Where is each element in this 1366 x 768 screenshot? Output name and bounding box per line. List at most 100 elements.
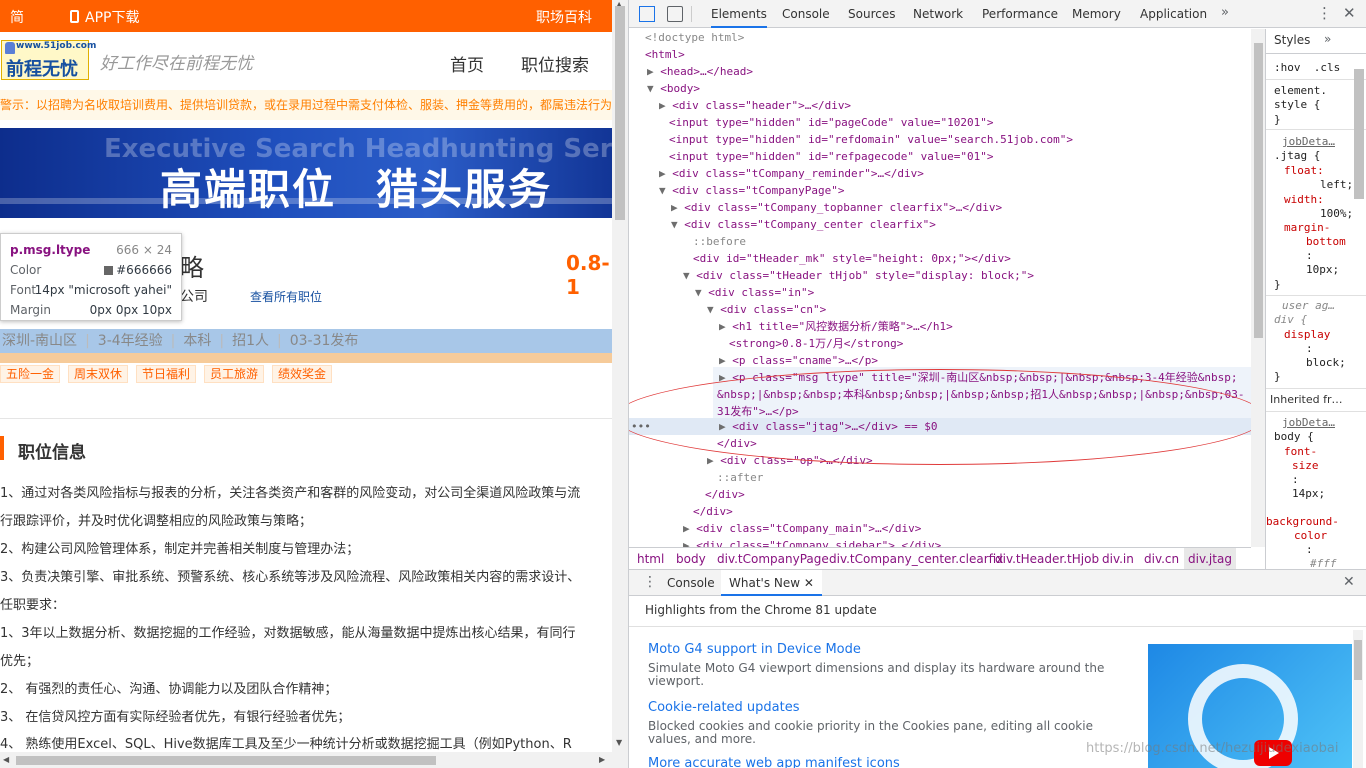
expand-triangle-icon[interactable]: ▶ (719, 354, 732, 367)
breadcrumb-item[interactable]: div.in (1102, 548, 1134, 569)
view-all-jobs-link[interactable]: 查看所有职位 (250, 288, 322, 305)
dom-line[interactable]: ::before (693, 235, 746, 248)
nav-home[interactable]: 首页 (450, 51, 484, 76)
close-tab-icon[interactable]: ✕ (804, 576, 814, 590)
dom-line[interactable]: <body> (660, 82, 700, 95)
style-source-link[interactable]: jobDeta… (1282, 416, 1335, 430)
tab-network[interactable]: Network (913, 0, 963, 28)
more-panes-icon[interactable]: » (1324, 32, 1331, 46)
collapse-triangle-icon[interactable]: ▼ (659, 184, 672, 197)
style-value[interactable]: left; (1320, 178, 1353, 192)
style-property[interactable]: size (1292, 459, 1319, 473)
expand-triangle-icon[interactable]: ▶ (683, 522, 696, 535)
drawer-menu-icon[interactable]: ⋮ (643, 574, 657, 590)
page-vertical-scrollbar[interactable]: ▲ ▼ (612, 0, 628, 768)
style-value[interactable]: 14px; (1292, 487, 1325, 501)
more-tabs-icon[interactable]: » (1221, 5, 1229, 20)
breadcrumb-item[interactable]: div.tCompanyPage (717, 548, 829, 569)
whats-new-item-title[interactable]: Moto G4 support in Device Mode (648, 642, 861, 657)
collapse-triangle-icon[interactable]: ▼ (683, 269, 696, 282)
styles-filter[interactable]: :hov .cls (1274, 61, 1340, 75)
collapse-triangle-icon[interactable]: ▼ (707, 303, 720, 316)
site-logo[interactable]: www.51job.com 前程无忧 (1, 40, 96, 80)
expand-triangle-icon[interactable]: ▶ (659, 99, 672, 112)
dom-line[interactable]: <div class="tCompany_center clearfix"> (684, 218, 936, 231)
dom-line[interactable]: <div id="tHeader_mk" style="height: 0px;… (693, 252, 1011, 265)
collapse-triangle-icon[interactable]: ▼ (695, 286, 708, 299)
expand-triangle-icon[interactable]: ▶ (659, 167, 672, 180)
dom-line[interactable]: <div class="tCompany_sidebar">…</div> (696, 539, 941, 547)
drawer-tab-console[interactable]: Console (667, 570, 715, 596)
drawer-tab-whats-new[interactable]: What's New ✕ (721, 570, 822, 596)
tab-performance[interactable]: Performance (982, 0, 1058, 28)
elements-scrollbar[interactable] (1251, 29, 1265, 547)
nav-job-search[interactable]: 职位搜索 (521, 51, 589, 76)
dom-line[interactable]: <input type="hidden" id="pageCode" value… (669, 116, 994, 129)
expand-triangle-icon[interactable]: ▶ (707, 454, 720, 467)
breadcrumb-item[interactable]: body (676, 548, 706, 569)
dom-line[interactable]: <div class="tHeader tHjob" style="displa… (696, 269, 1034, 282)
dom-line[interactable]: <h1 title="风控数据分析/策略">…</h1> (732, 320, 952, 333)
style-property[interactable]: float: (1284, 164, 1324, 178)
page-horizontal-scrollbar[interactable]: ◀ ▶ (0, 752, 612, 768)
dom-line[interactable]: <div class="cn"> (720, 303, 826, 316)
expand-triangle-icon[interactable]: ▶ (647, 65, 660, 78)
horizontal-scroll-thumb[interactable] (16, 756, 436, 765)
dom-line[interactable]: <input type="hidden" id="refdomain" valu… (669, 133, 1073, 146)
dom-line[interactable]: <div class="header">…</div> (672, 99, 851, 112)
breadcrumb-item[interactable]: div.cn (1144, 548, 1179, 569)
whats-new-item-title[interactable]: Cookie-related updates (648, 700, 800, 715)
scroll-right-arrow-icon[interactable]: ▶ (599, 755, 605, 764)
inspect-element-icon[interactable] (639, 6, 655, 22)
tab-sources[interactable]: Sources (848, 0, 895, 28)
career-wiki-link[interactable]: 职场百科 (536, 7, 592, 27)
close-drawer-icon[interactable]: ✕ (1343, 574, 1355, 590)
tab-elements[interactable]: Elements (711, 0, 767, 28)
elements-scroll-thumb[interactable] (1254, 43, 1263, 338)
device-toolbar-icon[interactable] (667, 6, 683, 22)
dom-line[interactable]: <strong>0.8-1万/月</strong> (729, 337, 903, 350)
company-name[interactable]: 公司 (180, 286, 208, 306)
style-property[interactable]: bottom (1306, 235, 1346, 249)
dom-line[interactable]: <div class="tCompanyPage"> (672, 184, 844, 197)
dom-line[interactable]: <div class="tCompany_main">…</div> (696, 522, 921, 535)
breadcrumb-item[interactable]: html (637, 548, 664, 569)
style-property[interactable]: margin- (1284, 221, 1330, 235)
dom-line[interactable]: <div class="tCompany_topbanner clearfix"… (684, 201, 1002, 214)
dom-line[interactable]: <html> (645, 48, 685, 61)
vertical-scroll-thumb[interactable] (615, 6, 625, 220)
dom-line[interactable]: <div class="tCompany_reminder">…</div> (672, 167, 924, 180)
collapse-triangle-icon[interactable]: ▼ (671, 218, 684, 231)
dom-line[interactable]: <input type="hidden" id="refpagecode" va… (669, 150, 994, 163)
collapse-triangle-icon[interactable]: ▼ (647, 82, 660, 95)
customize-menu-icon[interactable]: ⋮ (1317, 4, 1332, 22)
headhunting-banner[interactable]: Executive Search Headhunting Service 高端职… (0, 128, 612, 218)
tab-memory[interactable]: Memory (1072, 0, 1121, 28)
style-value[interactable]: 100%; (1320, 207, 1353, 221)
scroll-down-arrow-icon[interactable]: ▼ (616, 738, 622, 747)
close-devtools-icon[interactable]: ✕ (1343, 4, 1356, 22)
app-download-link[interactable]: APP下载 (70, 7, 139, 27)
dom-line[interactable]: <div class="in"> (708, 286, 814, 299)
styles-scroll-thumb[interactable] (1354, 69, 1364, 199)
style-property[interactable]: width: (1284, 193, 1324, 207)
style-source-link[interactable]: jobDeta… (1282, 135, 1335, 149)
tab-styles[interactable]: Styles (1274, 33, 1310, 47)
dom-line[interactable]: </div> (705, 488, 745, 501)
whats-new-scroll-thumb[interactable] (1354, 640, 1362, 680)
whats-new-scrollbar[interactable] (1353, 630, 1363, 768)
breadcrumb-item[interactable]: div.tHeader.tHjob (995, 548, 1099, 569)
dom-line[interactable]: ::after (717, 471, 763, 484)
breadcrumb-item-selected[interactable]: div.jtag (1184, 548, 1236, 569)
expand-triangle-icon[interactable]: ▶ (671, 201, 684, 214)
style-property[interactable]: font- (1284, 445, 1317, 459)
whats-new-item-title[interactable]: More accurate web app manifest icons (648, 756, 900, 768)
tab-application[interactable]: Application (1140, 0, 1207, 28)
breadcrumb-item[interactable]: div.tCompany_center.clearfix (829, 548, 1003, 569)
scroll-left-arrow-icon[interactable]: ◀ (3, 755, 9, 764)
expand-triangle-icon[interactable]: ▶ (683, 539, 696, 547)
tab-console[interactable]: Console (782, 0, 830, 28)
dom-line[interactable]: <head>…</head> (660, 65, 753, 78)
dom-line[interactable]: <p class="cname">…</p> (732, 354, 878, 367)
dom-line[interactable]: </div> (693, 505, 733, 518)
